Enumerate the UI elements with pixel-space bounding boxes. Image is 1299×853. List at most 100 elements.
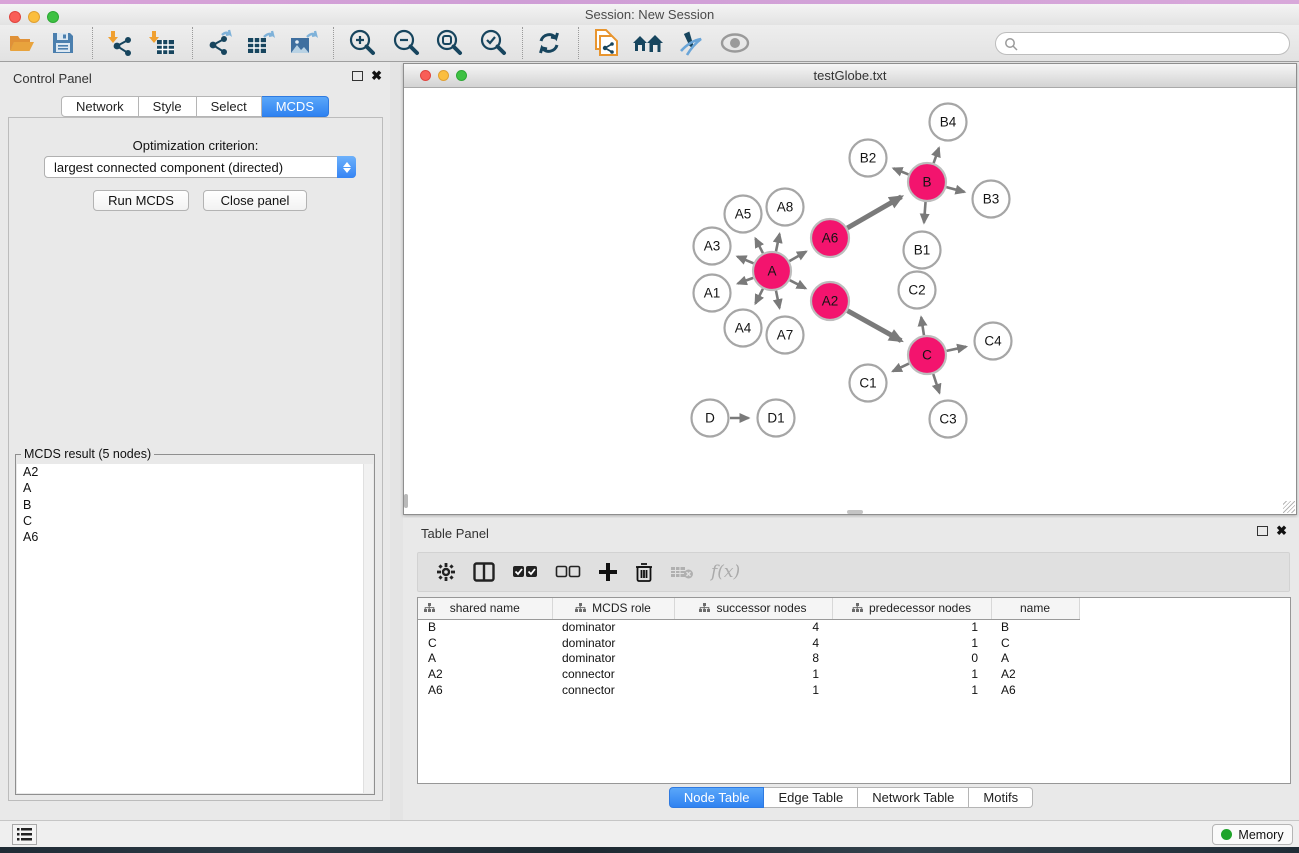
graph-edge-A-A2[interactable] xyxy=(790,280,806,288)
first-neighbors-button[interactable] xyxy=(631,28,665,58)
graph-edge-A6-B[interactable] xyxy=(847,197,901,228)
show-graphics-button[interactable] xyxy=(718,28,752,58)
graph-node-A[interactable]: A xyxy=(753,252,791,290)
close-panel-icon[interactable]: ✖ xyxy=(371,71,382,81)
table-cell[interactable]: 1 xyxy=(832,666,991,682)
table-cell[interactable]: A xyxy=(991,650,1079,666)
table-cell[interactable]: connector xyxy=(552,666,674,682)
tab-select[interactable]: Select xyxy=(197,96,262,117)
column-header-shared-name[interactable]: shared name xyxy=(418,598,552,619)
result-item[interactable]: A6 xyxy=(17,529,363,545)
result-item[interactable]: B xyxy=(17,497,363,513)
export-table-button[interactable] xyxy=(244,28,278,58)
table-row[interactable]: Adominator80A xyxy=(418,650,1079,666)
graph-node-C2[interactable]: C2 xyxy=(899,272,936,309)
tab-motifs[interactable]: Motifs xyxy=(969,787,1033,808)
close-panel-button[interactable]: Close panel xyxy=(203,190,307,211)
result-item[interactable]: A2 xyxy=(17,464,363,480)
result-item[interactable]: C xyxy=(17,513,363,529)
column-header-predecessor-nodes[interactable]: predecessor nodes xyxy=(832,598,991,619)
graph-node-B2[interactable]: B2 xyxy=(850,140,887,177)
table-settings-gear-icon[interactable] xyxy=(436,562,456,582)
open-file-button[interactable] xyxy=(5,28,39,58)
zoom-fit-button[interactable] xyxy=(432,28,466,58)
graph-node-C4[interactable]: C4 xyxy=(975,323,1012,360)
graph-edge-B-B2[interactable] xyxy=(893,168,908,174)
graph-node-D[interactable]: D xyxy=(692,400,729,437)
graph-edge-C-C1[interactable] xyxy=(893,364,909,372)
select-all-checkboxes-icon[interactable] xyxy=(512,564,538,580)
tab-style[interactable]: Style xyxy=(139,96,197,117)
table-cell[interactable]: A xyxy=(418,650,552,666)
graph-edge-A2-C[interactable] xyxy=(847,311,901,341)
table-row[interactable]: Cdominator41C xyxy=(418,635,1079,651)
table-cell[interactable]: dominator xyxy=(552,619,674,635)
network-canvas[interactable]: B4B2BB3A8A5A6A3B1AC2A1A2A4A7C4CC1DD1C3 xyxy=(404,89,1296,514)
graph-edge-A-A7[interactable] xyxy=(776,291,780,308)
table-cell[interactable]: B xyxy=(418,619,552,635)
graph-node-A6[interactable]: A6 xyxy=(811,219,849,257)
tab-edge-table[interactable]: Edge Table xyxy=(764,787,858,808)
graph-edge-C-C3[interactable] xyxy=(933,374,939,393)
table-cell[interactable]: C xyxy=(991,635,1079,651)
float-panel-icon[interactable] xyxy=(352,71,363,81)
table-row[interactable]: Bdominator41B xyxy=(418,619,1079,635)
table-cell[interactable]: 1 xyxy=(832,635,991,651)
table-cell[interactable]: 1 xyxy=(674,666,832,682)
graph-node-A2[interactable]: A2 xyxy=(811,282,849,320)
graph-edge-A-A3[interactable] xyxy=(737,257,753,264)
table-cell[interactable]: 0 xyxy=(832,650,991,666)
graph-edge-A-A1[interactable] xyxy=(738,278,753,284)
close-table-panel-icon[interactable]: ✖ xyxy=(1276,526,1287,536)
graph-node-A1[interactable]: A1 xyxy=(694,275,731,312)
network-window-titlebar[interactable]: testGlobe.txt xyxy=(404,64,1296,88)
table-cell[interactable]: 4 xyxy=(674,619,832,635)
graph-node-C[interactable]: C xyxy=(908,336,946,374)
memory-button[interactable]: Memory xyxy=(1212,824,1293,845)
table-cell[interactable]: connector xyxy=(552,682,674,698)
search-input[interactable] xyxy=(1018,37,1289,51)
table-cell[interactable]: dominator xyxy=(552,635,674,651)
table-cell[interactable]: 8 xyxy=(674,650,832,666)
graph-node-B4[interactable]: B4 xyxy=(930,104,967,141)
criterion-dropdown[interactable]: largest connected component (directed) xyxy=(44,156,356,178)
table-cell[interactable]: 4 xyxy=(674,635,832,651)
show-column-icon[interactable] xyxy=(473,562,495,582)
tab-network[interactable]: Network xyxy=(61,96,139,117)
graph-node-B3[interactable]: B3 xyxy=(973,181,1010,218)
graph-edge-A-A5[interactable] xyxy=(755,239,762,254)
graph-node-D1[interactable]: D1 xyxy=(758,400,795,437)
table-cell[interactable]: A6 xyxy=(991,682,1079,698)
refresh-button[interactable] xyxy=(532,28,566,58)
graph-edge-C-C2[interactable] xyxy=(921,317,924,335)
delete-column-icon[interactable] xyxy=(635,562,653,582)
zoom-out-button[interactable] xyxy=(389,28,423,58)
task-history-button[interactable] xyxy=(12,824,37,845)
tab-node-table[interactable]: Node Table xyxy=(669,787,765,808)
table-row[interactable]: A6connector11A6 xyxy=(418,682,1079,698)
panel-splitter[interactable] xyxy=(390,62,403,820)
save-session-button[interactable] xyxy=(46,28,80,58)
table-cell[interactable]: B xyxy=(991,619,1079,635)
column-header-name[interactable]: name xyxy=(991,598,1079,619)
graph-edge-A-A6[interactable] xyxy=(789,252,806,262)
graph-edge-A-A4[interactable] xyxy=(755,289,762,304)
graph-node-C1[interactable]: C1 xyxy=(850,365,887,402)
graph-node-A5[interactable]: A5 xyxy=(725,196,762,233)
table-cell[interactable]: C xyxy=(418,635,552,651)
float-table-panel-icon[interactable] xyxy=(1257,526,1268,536)
zoom-selected-button[interactable] xyxy=(476,28,510,58)
table-cell[interactable]: A6 xyxy=(418,682,552,698)
graph-edge-C-C4[interactable] xyxy=(947,347,967,351)
table-cell[interactable]: A2 xyxy=(991,666,1079,682)
network-graph[interactable]: B4B2BB3A8A5A6A3B1AC2A1A2A4A7C4CC1DD1C3 xyxy=(404,89,1296,514)
tab-network-table[interactable]: Network Table xyxy=(858,787,969,808)
table-row[interactable]: A2connector11A2 xyxy=(418,666,1079,682)
zoom-in-button[interactable] xyxy=(345,28,379,58)
column-header-MCDS-role[interactable]: MCDS role xyxy=(552,598,674,619)
window-resize-grip[interactable] xyxy=(1283,501,1295,513)
graph-node-B1[interactable]: B1 xyxy=(904,232,941,269)
deselect-all-checkboxes-icon[interactable] xyxy=(555,564,581,580)
graph-node-A3[interactable]: A3 xyxy=(694,228,731,265)
graph-node-A8[interactable]: A8 xyxy=(767,189,804,226)
